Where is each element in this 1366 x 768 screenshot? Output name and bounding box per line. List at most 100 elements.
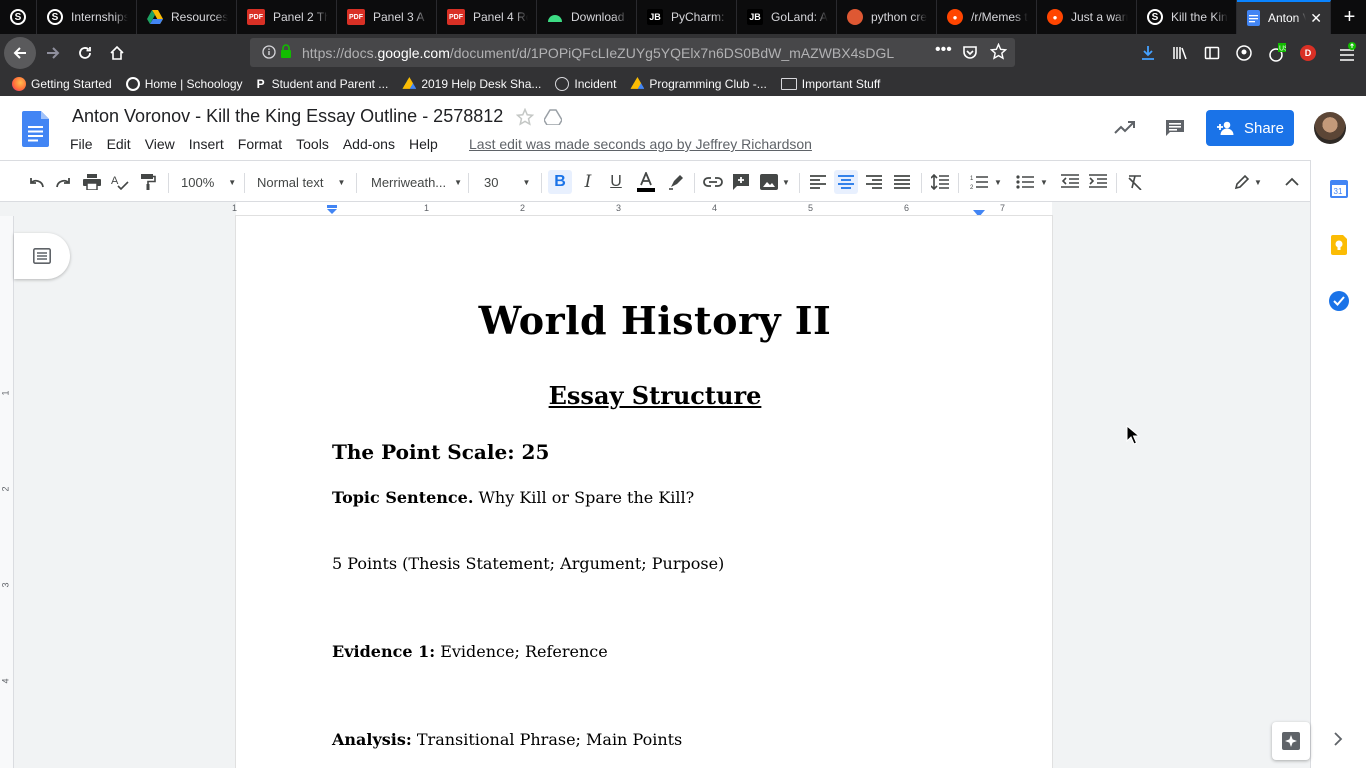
tab-python-search[interactable]: python cre (837, 0, 937, 34)
library-button[interactable] (1164, 37, 1196, 69)
downloads-button[interactable] (1132, 37, 1164, 69)
avatar[interactable] (1314, 112, 1346, 144)
spellcheck-icon: A (111, 175, 129, 190)
line-spacing-button[interactable] (928, 170, 952, 194)
tab-panel-3[interactable]: PDF Panel 3 A T (337, 0, 437, 34)
library-icon (1173, 47, 1187, 60)
editing-mode-button[interactable]: ▼ (1230, 170, 1266, 194)
tab-pinned-schoology[interactable]: S (0, 0, 37, 34)
comment-icon[interactable] (1164, 118, 1186, 143)
insert-comment-button[interactable] (729, 170, 753, 194)
bookmark-help-desk[interactable]: 2019 Help Desk Sha... (402, 77, 541, 91)
share-button[interactable]: Share (1206, 110, 1294, 146)
justify-button[interactable] (890, 170, 914, 194)
page-actions-icon[interactable]: ••• (935, 41, 952, 59)
pocket-icon[interactable] (962, 44, 978, 63)
tab-reddit-memes[interactable]: ● /r/Memes t (937, 0, 1037, 34)
tab-goland[interactable]: JB GoLand: A (737, 0, 837, 34)
decrease-indent-button[interactable] (1058, 170, 1082, 194)
menu-edit[interactable]: Edit (107, 136, 131, 152)
new-tab-button[interactable]: + (1333, 0, 1366, 34)
close-tab-icon[interactable]: ✕ (1306, 10, 1322, 27)
back-button[interactable] (4, 37, 36, 69)
bulleted-list-button[interactable]: ▼ (1012, 170, 1052, 194)
sidebar-toggle-button[interactable] (1196, 37, 1228, 69)
clear-formatting-button[interactable] (1123, 170, 1147, 194)
spellcheck-button[interactable]: A (108, 170, 132, 194)
italic-button[interactable]: I (576, 170, 600, 194)
tab-download-android[interactable]: Download A (537, 0, 637, 34)
align-center-button[interactable] (834, 170, 858, 194)
activity-dashboard-icon[interactable] (1114, 118, 1136, 141)
font-size-select[interactable]: 30 ▼ (484, 171, 536, 193)
paint-format-button[interactable] (136, 170, 160, 194)
secure-lock-icon[interactable] (280, 44, 292, 62)
tab-active-doc[interactable]: Anton V ✕ (1237, 0, 1331, 34)
redo-button[interactable] (52, 170, 76, 194)
zoom-select[interactable]: 100% ▼ (181, 171, 237, 193)
bookmark-incident[interactable]: Incident (555, 77, 616, 91)
font-select[interactable]: Merriweath... ▼ (371, 171, 462, 193)
vpn-extension-button[interactable]: US (1260, 37, 1292, 69)
firefox-icon (12, 77, 26, 91)
tab-panel-4[interactable]: PDF Panel 4 Ro (437, 0, 537, 34)
forward-button[interactable] (37, 37, 69, 69)
menu-help[interactable]: Help (409, 136, 438, 152)
insert-link-button[interactable] (701, 170, 725, 194)
menu-addons[interactable]: Add-ons (343, 136, 395, 152)
menu-view[interactable]: View (145, 136, 175, 152)
document-page[interactable]: World History II Essay Structure The Poi… (236, 216, 1052, 768)
underline-button[interactable]: U (604, 170, 628, 194)
text-color-button[interactable] (632, 170, 660, 194)
menu-button[interactable] (1331, 37, 1363, 69)
tab-kill-the-king[interactable]: S Kill the Kin (1137, 0, 1237, 34)
star-icon[interactable] (515, 107, 535, 131)
menu-insert[interactable]: Insert (189, 136, 224, 152)
calendar-icon[interactable]: 31 (1330, 180, 1348, 203)
chevron-down-icon: ▼ (228, 177, 237, 187)
profile-extension-button[interactable]: D (1292, 37, 1324, 69)
google-docs-logo-icon[interactable] (22, 111, 49, 152)
info-icon[interactable] (262, 45, 276, 62)
paragraph-style-select[interactable]: Normal text ▼ (257, 171, 349, 193)
menu-format[interactable]: Format (238, 136, 282, 152)
hide-menus-button[interactable] (1280, 170, 1304, 194)
home-button[interactable] (101, 37, 133, 69)
keep-icon[interactable] (1331, 235, 1347, 260)
menu-tools[interactable]: Tools (296, 136, 329, 152)
url-bar[interactable]: https://docs.google.com/document/d/1POPi… (250, 38, 1015, 67)
align-left-button[interactable] (806, 170, 830, 194)
bookmark-powerschool[interactable]: P Student and Parent ... (257, 77, 389, 91)
last-edit-link[interactable]: Last edit was made seconds ago by Jeffre… (469, 136, 812, 152)
font-value: Merriweath... (371, 174, 447, 190)
toolbar-divider (799, 173, 800, 193)
bookmark-important-stuff[interactable]: Important Stuff (780, 77, 880, 91)
tasks-icon[interactable] (1329, 291, 1349, 316)
tab-reddit-post[interactable]: ● Just a warr (1037, 0, 1137, 34)
chevron-right-icon[interactable] (1333, 732, 1343, 751)
tab-pycharm[interactable]: JB PyCharm: t (637, 0, 737, 34)
bookmark-getting-started[interactable]: Getting Started (12, 77, 112, 91)
tab-panel-2[interactable]: PDF Panel 2 Thi (237, 0, 337, 34)
document-title[interactable]: Anton Voronov - Kill the King Essay Outl… (72, 106, 503, 127)
numbered-list-button[interactable]: 12 ▼ (966, 170, 1006, 194)
move-to-drive-icon[interactable] (543, 109, 563, 130)
account-button[interactable] (1228, 37, 1260, 69)
document-outline-button[interactable] (14, 233, 70, 279)
highlight-button[interactable] (664, 170, 688, 194)
bold-button[interactable]: B (548, 170, 572, 194)
menu-file[interactable]: File (70, 136, 93, 152)
bookmark-star-icon[interactable] (989, 42, 1008, 63)
tab-internships[interactable]: S Internships (37, 0, 137, 34)
bookmark-programming-club[interactable]: Programming Club -... (630, 77, 767, 91)
insert-image-button[interactable]: ▼ (757, 170, 793, 194)
increase-indent-button[interactable] (1086, 170, 1110, 194)
tab-resources[interactable]: Resources (137, 0, 237, 34)
align-right-button[interactable] (862, 170, 886, 194)
document-heading: World History II (478, 298, 832, 343)
print-button[interactable] (80, 170, 104, 194)
bookmark-schoology[interactable]: Home | Schoology (125, 77, 243, 91)
reload-button[interactable] (69, 37, 101, 69)
undo-button[interactable] (24, 170, 48, 194)
explore-button[interactable] (1272, 722, 1310, 760)
